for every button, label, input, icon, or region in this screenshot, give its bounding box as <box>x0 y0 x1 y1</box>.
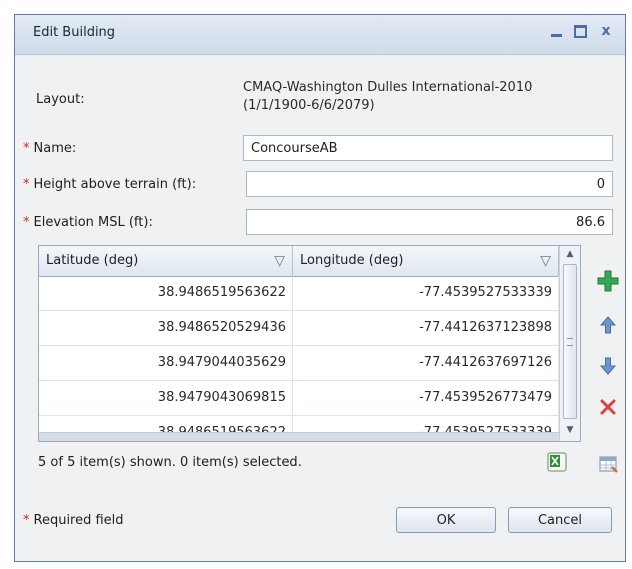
filter-icon[interactable]: ▽ <box>274 246 285 276</box>
longitude-cell[interactable]: -77.4539526773479 <box>293 381 559 415</box>
scrollbar-thumb[interactable] <box>563 264 577 419</box>
latitude-cell[interactable]: 38.9486519563622 <box>39 276 293 310</box>
required-marker: * <box>23 177 30 192</box>
height-above-terrain-field[interactable] <box>246 171 613 197</box>
column-header-latitude-label: Latitude (deg) <box>46 253 139 268</box>
edit-building-dialog: Edit Building x Layout: CMAQ-Washington … <box>14 14 626 562</box>
move-down-button[interactable] <box>591 349 625 383</box>
move-up-button[interactable] <box>591 308 625 342</box>
required-field-note: * Required field <box>23 513 124 528</box>
latitude-cell[interactable]: 38.9479043069815 <box>39 381 293 415</box>
excel-icon <box>547 452 567 472</box>
height-label: Height above terrain (ft): <box>33 177 197 192</box>
ok-button[interactable]: OK <box>396 507 496 533</box>
column-header-latitude[interactable]: Latitude (deg) ▽ <box>39 246 293 276</box>
dialog-title: Edit Building <box>33 25 116 40</box>
required-marker: * <box>23 513 30 528</box>
grid-header: Latitude (deg) ▽ Longitude (deg) ▽ <box>39 246 559 277</box>
elevation-label-wrap: * Elevation MSL (ft): <box>23 215 153 230</box>
column-chooser-button[interactable] <box>599 455 619 475</box>
column-header-longitude-label: Longitude (deg) <box>300 253 404 268</box>
required-marker: * <box>23 141 30 156</box>
name-label: Name: <box>33 141 77 156</box>
layout-value-line1: CMAQ-Washington Dulles International-201… <box>243 80 533 95</box>
name-label-wrap: * Name: <box>23 141 76 156</box>
title-bar[interactable]: Edit Building x <box>15 15 625 55</box>
latitude-cell[interactable]: 38.9486520529436 <box>39 311 293 345</box>
vertical-scrollbar[interactable]: ▲ ▼ <box>559 246 580 441</box>
grid-status-text: 5 of 5 item(s) shown. 0 item(s) selected… <box>38 455 302 470</box>
table-row[interactable]: 38.9479044035629 -77.4412637697126 <box>39 346 559 381</box>
layout-value-line2: (1/1/1900-6/6/2079) <box>243 98 375 113</box>
elevation-label: Elevation MSL (ft): <box>33 215 153 230</box>
layout-label: Layout: <box>36 92 85 107</box>
minimize-icon[interactable] <box>551 26 562 37</box>
name-field[interactable] <box>243 135 613 161</box>
window-controls: x <box>551 24 613 38</box>
longitude-cell[interactable]: -77.4539527533339 <box>293 276 559 310</box>
table-row[interactable]: 38.9479043069815 -77.4539526773479 <box>39 381 559 416</box>
cancel-button[interactable]: Cancel <box>508 507 612 533</box>
add-icon <box>597 270 619 292</box>
delete-icon <box>600 399 616 415</box>
elevation-msl-field[interactable] <box>246 209 613 235</box>
filter-icon[interactable]: ▽ <box>540 246 551 276</box>
add-button[interactable] <box>591 264 625 298</box>
required-marker: * <box>23 215 30 230</box>
table-row[interactable]: 38.9486520529436 -77.4412637123898 <box>39 311 559 346</box>
move-down-icon <box>599 357 617 375</box>
scrollbar-grip-icon <box>567 338 573 346</box>
scroll-down-icon[interactable]: ▼ <box>564 425 576 439</box>
table-row[interactable]: 38.9486519563622 -77.4539527533339 <box>39 276 559 311</box>
layout-value: CMAQ-Washington Dulles International-201… <box>243 79 613 115</box>
scroll-up-icon[interactable]: ▲ <box>564 249 576 263</box>
table-settings-icon <box>599 456 618 473</box>
required-field-text: Required field <box>33 513 124 528</box>
height-label-wrap: * Height above terrain (ft): <box>23 177 196 192</box>
export-excel-button[interactable] <box>547 452 567 472</box>
longitude-cell[interactable]: -77.4412637123898 <box>293 311 559 345</box>
grid-rows: 38.9486519563622 -77.4539527533339 38.94… <box>39 276 559 441</box>
maximize-icon[interactable] <box>574 25 587 38</box>
longitude-cell[interactable]: -77.4412637697126 <box>293 346 559 380</box>
close-icon[interactable]: x <box>599 24 613 38</box>
move-up-icon <box>599 316 617 334</box>
delete-button[interactable] <box>591 390 625 424</box>
column-header-longitude[interactable]: Longitude (deg) ▽ <box>293 246 559 276</box>
coordinates-grid: Latitude (deg) ▽ Longitude (deg) ▽ 38.94… <box>38 245 581 442</box>
horizontal-scrollbar[interactable] <box>39 432 559 441</box>
latitude-cell[interactable]: 38.9479044035629 <box>39 346 293 380</box>
